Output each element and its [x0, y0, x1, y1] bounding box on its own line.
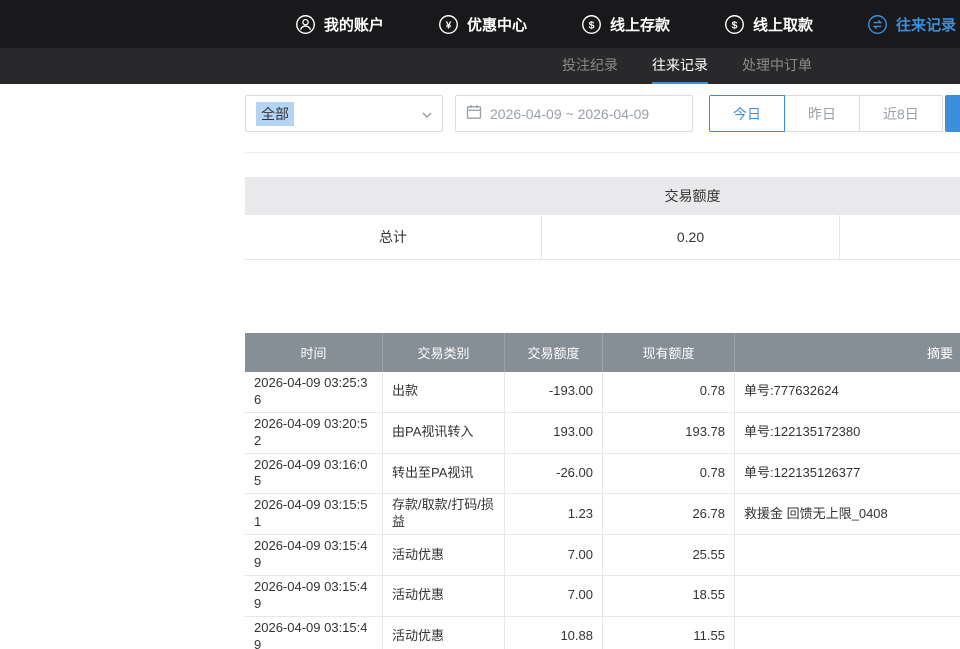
type-select[interactable]: 全部 — [245, 95, 443, 132]
chevron-down-icon — [422, 105, 432, 123]
yesterday-button[interactable]: 昨日 — [784, 95, 860, 132]
table-row: 2026-04-09 03:15:49 活动优惠 10.88 11.55 — [245, 617, 960, 649]
svg-text:¥: ¥ — [446, 19, 452, 31]
coin-icon: ¥ — [438, 14, 459, 35]
cell-balance: 25.55 — [603, 535, 735, 575]
table-row: 2026-04-09 03:16:05 转出至PA视讯 -26.00 0.78 … — [245, 454, 960, 495]
records-icon — [867, 14, 888, 35]
cell-amount: 193.00 — [505, 413, 603, 453]
quick-date-buttons: 今日 昨日 近8日 — [709, 95, 943, 132]
cell-type: 由PA视讯转入 — [383, 413, 505, 453]
date-range-value: 2026-04-09 ~ 2026-04-09 — [490, 106, 649, 122]
records-tab-bar: 投注纪录 往来记录 处理中订单 — [0, 48, 960, 84]
table-row: 2026-04-09 03:25:36 出款 -193.00 0.78 单号:7… — [245, 372, 960, 413]
cell-memo: 救援金 回馈无上限_0408 — [735, 494, 960, 534]
cell-amount: -26.00 — [505, 454, 603, 494]
cell-time: 2026-04-09 03:25:36 — [245, 372, 383, 412]
nav-label: 优惠中心 — [467, 14, 527, 35]
cell-amount: 1.23 — [505, 494, 603, 534]
column-header-type: 交易类别 — [383, 333, 505, 372]
top-navigation: 我的账户 ¥ 优惠中心 $ 线上存款 $ 线上取款 往来记录 — [0, 0, 960, 48]
type-select-value: 全部 — [256, 102, 294, 126]
cell-type: 出款 — [383, 372, 505, 412]
column-header-time: 时间 — [245, 333, 383, 372]
tab-pending-orders[interactable]: 处理中订单 — [742, 48, 812, 84]
nav-records[interactable]: 往来记录 — [867, 14, 956, 35]
cell-memo: 单号:122135172380 — [735, 413, 960, 453]
cell-memo: 单号:122135126377 — [735, 454, 960, 494]
column-header-amount: 交易额度 — [505, 333, 603, 372]
nav-label: 线上取款 — [753, 14, 813, 35]
today-button[interactable]: 今日 — [709, 95, 785, 132]
cell-time: 2026-04-09 03:15:49 — [245, 576, 383, 616]
cell-balance: 0.78 — [603, 454, 735, 494]
cell-time: 2026-04-09 03:15:49 — [245, 535, 383, 575]
cell-memo — [735, 535, 960, 575]
cell-type: 活动优惠 — [383, 576, 505, 616]
summary-total-label: 总计 — [245, 215, 542, 259]
cell-balance: 0.78 — [603, 372, 735, 412]
cell-time: 2026-04-09 03:15:51 — [245, 494, 383, 534]
summary-total-row: 总计 0.20 — [245, 215, 960, 260]
nav-deposit[interactable]: $ 线上存款 — [581, 14, 670, 35]
table-row: 2026-04-09 03:15:49 活动优惠 7.00 25.55 — [245, 535, 960, 576]
tab-bet-records[interactable]: 投注纪录 — [562, 48, 618, 84]
records-table: 时间 交易类别 交易额度 现有额度 摘要 2026-04-09 03:25:36… — [245, 333, 960, 649]
cell-balance: 18.55 — [603, 576, 735, 616]
nav-my-account[interactable]: 我的账户 — [295, 14, 384, 35]
cell-type: 活动优惠 — [383, 617, 505, 649]
table-row: 2026-04-09 03:20:52 由PA视讯转入 193.00 193.7… — [245, 413, 960, 454]
cell-type: 转出至PA视讯 — [383, 454, 505, 494]
summary-table: 交易额度 总计 0.20 — [245, 177, 960, 260]
divider — [245, 152, 960, 153]
nav-label: 线上存款 — [610, 14, 670, 35]
date-range-input[interactable]: 2026-04-09 ~ 2026-04-09 — [455, 95, 693, 132]
cell-memo — [735, 617, 960, 649]
cell-time: 2026-04-09 03:20:52 — [245, 413, 383, 453]
deposit-coin-icon: $ — [581, 14, 602, 35]
cell-balance: 193.78 — [603, 413, 735, 453]
summary-total-value: 0.20 — [542, 215, 840, 259]
column-header-memo: 摘要 — [735, 333, 960, 372]
cell-amount: -193.00 — [505, 372, 603, 412]
cell-time: 2026-04-09 03:15:49 — [245, 617, 383, 649]
summary-header: 交易额度 — [245, 177, 960, 215]
cell-memo: 单号:777632624 — [735, 372, 960, 412]
nav-withdraw[interactable]: $ 线上取款 — [724, 14, 813, 35]
summary-empty-cell — [840, 215, 960, 259]
user-icon — [295, 14, 316, 35]
tab-label: 往来记录 — [652, 55, 708, 75]
svg-text:$: $ — [589, 19, 595, 31]
column-header-balance: 现有额度 — [603, 333, 735, 372]
cell-type: 存款/取款/打码/损益 — [383, 494, 505, 534]
cell-balance: 26.78 — [603, 494, 735, 534]
records-table-header: 时间 交易类别 交易额度 现有额度 摘要 — [245, 333, 960, 372]
nav-promotions[interactable]: ¥ 优惠中心 — [438, 14, 527, 35]
calendar-icon — [466, 104, 482, 123]
cell-amount: 10.88 — [505, 617, 603, 649]
withdraw-coin-icon: $ — [724, 14, 745, 35]
nav-label: 往来记录 — [896, 14, 956, 35]
svg-text:$: $ — [732, 19, 738, 31]
summary-header-label: 交易额度 — [665, 186, 721, 206]
cell-memo — [735, 576, 960, 616]
search-button[interactable] — [945, 95, 960, 132]
tab-label: 处理中订单 — [742, 55, 812, 75]
cell-balance: 11.55 — [603, 617, 735, 649]
cell-amount: 7.00 — [505, 576, 603, 616]
tab-label: 投注纪录 — [562, 55, 618, 75]
nav-label: 我的账户 — [324, 14, 384, 35]
tab-transaction-records[interactable]: 往来记录 — [652, 48, 708, 84]
cell-time: 2026-04-09 03:16:05 — [245, 454, 383, 494]
cell-type: 活动优惠 — [383, 535, 505, 575]
table-row: 2026-04-09 03:15:49 活动优惠 7.00 18.55 — [245, 576, 960, 617]
cell-amount: 7.00 — [505, 535, 603, 575]
last-8-days-button[interactable]: 近8日 — [859, 95, 943, 132]
table-row: 2026-04-09 03:15:51 存款/取款/打码/损益 1.23 26.… — [245, 494, 960, 535]
